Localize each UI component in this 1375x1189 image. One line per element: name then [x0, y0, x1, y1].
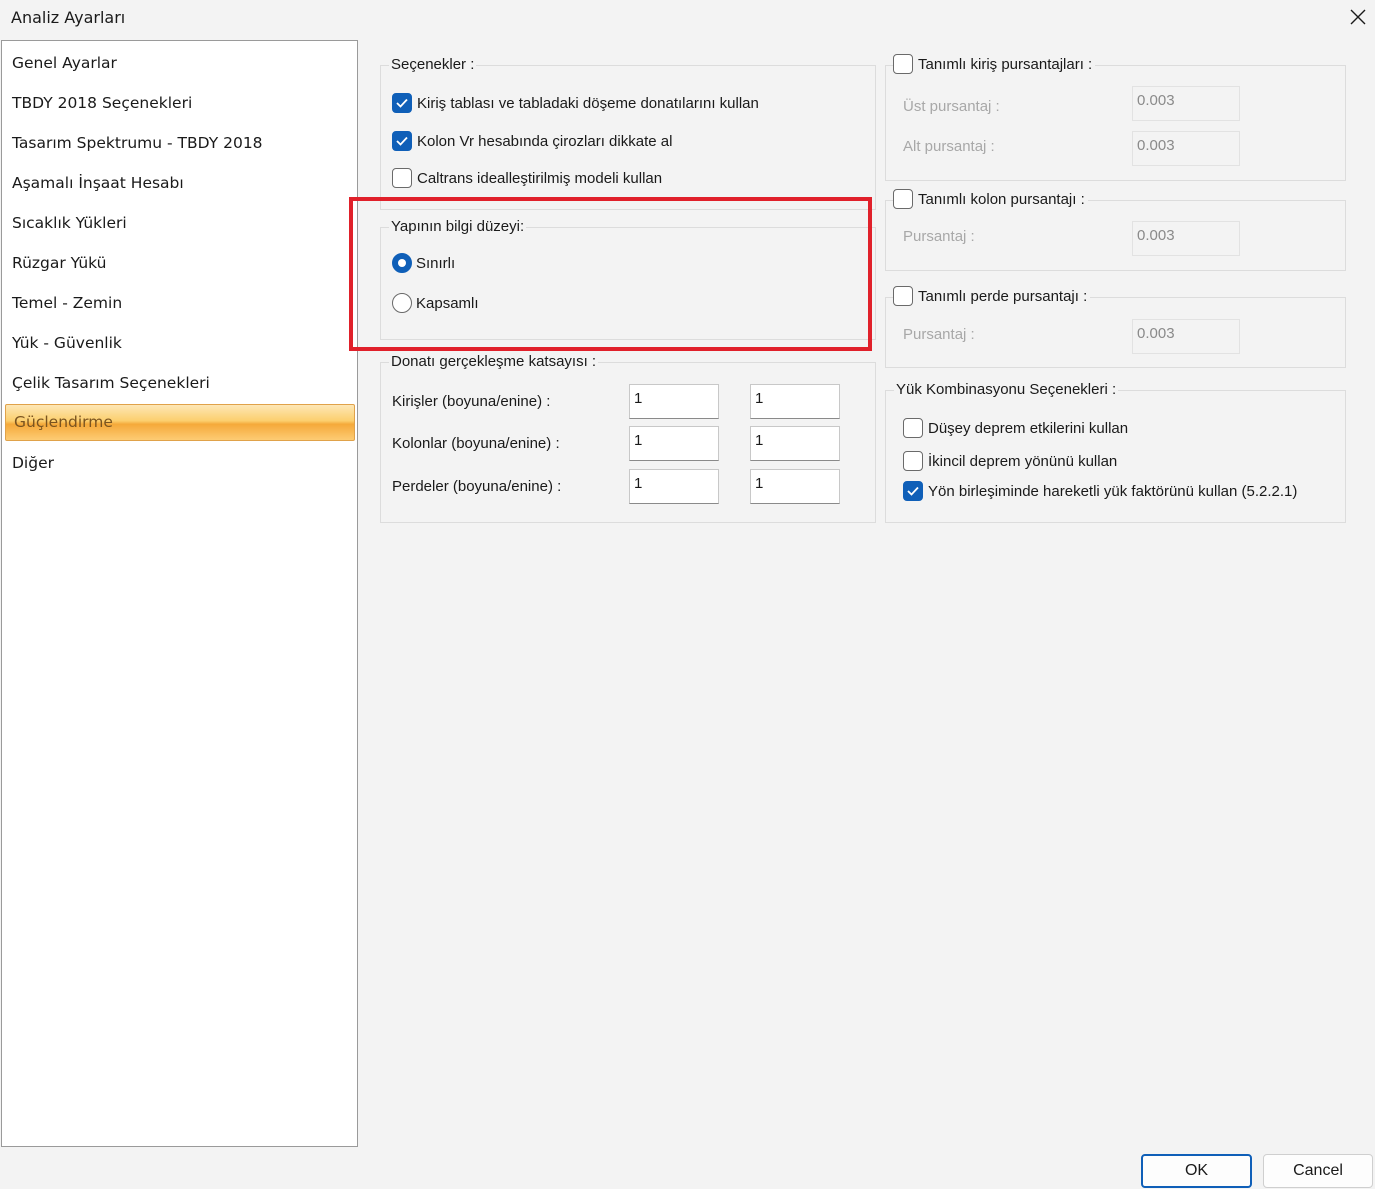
checkbox-label: Kolon Vr hesabında çirozları dikkate al — [417, 132, 673, 150]
beam-ratio-group — [885, 65, 1346, 181]
load-combination-title: Yük Kombinasyonu Seçenekleri : — [894, 381, 1119, 398]
checkbox-unchecked-icon — [893, 286, 913, 306]
sidebar-item-guclendirme[interactable]: Güçlendirme — [5, 404, 355, 441]
sidebar-item-yuk-guvenlik[interactable]: Yük - Güvenlik — [12, 325, 352, 361]
window-title: Analiz Ayarları — [11, 8, 126, 27]
perdeler-transverse-input[interactable]: 1 — [750, 469, 840, 504]
column-ratio-title: Tanımlı kolon pursantajı : — [918, 190, 1085, 208]
ok-button[interactable]: OK — [1141, 1154, 1252, 1188]
sidebar-item-genel-ayarlar[interactable]: Genel Ayarlar — [12, 45, 352, 81]
checkbox-label: İkincil deprem yönünü kullan — [928, 452, 1118, 470]
perde-pursantaj-input[interactable]: 0.003 — [1132, 319, 1240, 354]
checkbox-unchecked-icon — [903, 451, 923, 471]
sidebar-item-asamali-insaat[interactable]: Aşamalı İnşaat Hesabı — [12, 165, 352, 201]
sidebar-item-tbdy-2018[interactable]: TBDY 2018 Seçenekleri — [12, 85, 352, 121]
beam-ratio-title: Tanımlı kiriş pursantajları : — [918, 55, 1093, 73]
alt-pursantaj-label: Alt pursantaj : — [903, 138, 995, 155]
checkbox-yon-birlesimi[interactable]: Yön birleşiminde hareketli yük faktörünü… — [903, 481, 1297, 501]
kirisler-label: Kirişler (boyuna/enine) : — [392, 393, 551, 410]
sidebar-item-diger[interactable]: Diğer — [12, 445, 352, 481]
sidebar-item-tasarim-spektrumu[interactable]: Tasarım Spektrumu - TBDY 2018 — [12, 125, 352, 161]
checkbox-kiris-tablasi[interactable]: Kiriş tablası ve tabladaki döşeme donatı… — [392, 93, 759, 113]
checkbox-unchecked-icon — [392, 168, 412, 188]
checkbox-label: Caltrans idealleştirilmiş modeli kullan — [417, 169, 663, 187]
checkbox-unchecked-icon — [903, 418, 923, 438]
sidebar: Genel Ayarlar TBDY 2018 Seçenekleri Tasa… — [1, 40, 358, 1147]
perdeler-longitudinal-input[interactable]: 1 — [629, 469, 719, 504]
close-button[interactable] — [1344, 2, 1372, 32]
reinforcement-group-title: Donatı gerçekleşme katsayısı : — [389, 353, 599, 370]
cancel-button[interactable]: Cancel — [1263, 1154, 1373, 1188]
options-group-title: Seçenekler : — [389, 56, 477, 73]
checkbox-checked-icon — [903, 481, 923, 501]
checkbox-ikincil-deprem[interactable]: İkincil deprem yönünü kullan — [903, 451, 1117, 471]
kolon-pursantaj-label: Pursantaj : — [903, 228, 975, 245]
column-ratio-checkbox[interactable]: Tanımlı kolon pursantajı : — [893, 189, 1088, 209]
kolonlar-transverse-input[interactable]: 1 — [750, 426, 840, 461]
beam-ratio-checkbox[interactable]: Tanımlı kiriş pursantajları : — [893, 54, 1096, 74]
sidebar-item-temel-zemin[interactable]: Temel - Zemin — [12, 285, 352, 321]
wall-ratio-checkbox[interactable]: Tanımlı perde pursantajı : — [893, 286, 1091, 306]
perdeler-label: Perdeler (boyuna/enine) : — [392, 478, 562, 495]
title-bar: Analiz Ayarları — [0, 0, 1375, 38]
checkbox-dusey-deprem[interactable]: Düşey deprem etkilerini kullan — [903, 418, 1128, 438]
checkbox-label: Kiriş tablası ve tabladaki döşeme donatı… — [417, 94, 759, 112]
kolon-pursantaj-input[interactable]: 0.003 — [1132, 221, 1240, 256]
alt-pursantaj-input[interactable]: 0.003 — [1132, 131, 1240, 166]
checkbox-label: Yön birleşiminde hareketli yük faktörünü… — [928, 482, 1298, 500]
ust-pursantaj-input[interactable]: 0.003 — [1132, 86, 1240, 121]
wall-ratio-title: Tanımlı perde pursantajı : — [918, 287, 1088, 305]
sidebar-item-sicaklik-yukleri[interactable]: Sıcaklık Yükleri — [12, 205, 352, 241]
sidebar-item-ruzgar-yuku[interactable]: Rüzgar Yükü — [12, 245, 352, 281]
checkbox-unchecked-icon — [893, 189, 913, 209]
kolonlar-label: Kolonlar (boyuna/enine) : — [392, 435, 560, 452]
checkbox-kolon-vr[interactable]: Kolon Vr hesabında çirozları dikkate al — [392, 131, 672, 151]
kolonlar-longitudinal-input[interactable]: 1 — [629, 426, 719, 461]
checkbox-checked-icon — [392, 131, 412, 151]
perde-pursantaj-label: Pursantaj : — [903, 326, 975, 343]
ust-pursantaj-label: Üst pursantaj : — [903, 98, 1000, 115]
checkbox-checked-icon — [392, 93, 412, 113]
checkbox-label: Düşey deprem etkilerini kullan — [928, 419, 1129, 437]
highlight-box — [349, 197, 872, 351]
checkbox-caltrans[interactable]: Caltrans idealleştirilmiş modeli kullan — [392, 168, 662, 188]
sidebar-item-celik-tasarim[interactable]: Çelik Tasarım Seçenekleri — [12, 365, 352, 401]
kirisler-transverse-input[interactable]: 1 — [750, 384, 840, 419]
kirisler-longitudinal-input[interactable]: 1 — [629, 384, 719, 419]
checkbox-unchecked-icon — [893, 54, 913, 74]
close-icon — [1350, 9, 1366, 25]
